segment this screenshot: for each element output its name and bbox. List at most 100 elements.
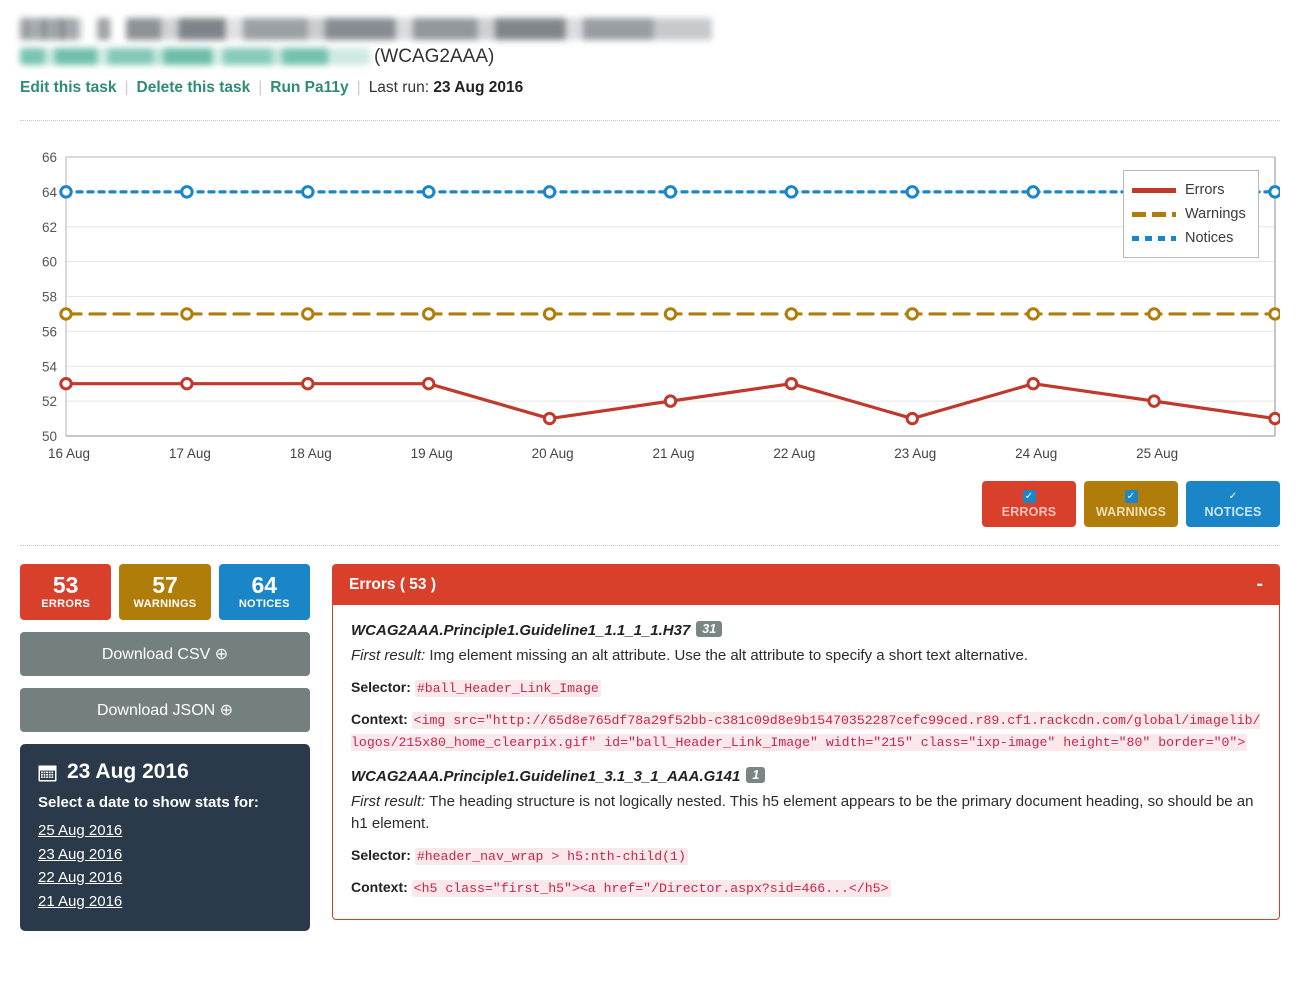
page-title — [20, 12, 1280, 42]
download-csv-button[interactable]: Download CSV ⊕ — [20, 632, 310, 676]
legend-item-notices: Notices — [1132, 226, 1246, 250]
date-link[interactable]: 23 Aug 2016 — [38, 843, 292, 867]
svg-text:58: 58 — [42, 290, 57, 305]
legend-item-warnings: Warnings — [1132, 202, 1246, 226]
last-run-label: Last run: — [369, 79, 429, 96]
toggle-warnings-label: WARNINGS — [1096, 505, 1166, 519]
task-actions: Edit this task | Delete this task | Run Pa11… — [20, 78, 1280, 102]
svg-text:64: 64 — [42, 185, 58, 200]
context-label: Context: — [351, 711, 408, 727]
legend-label-notices: Notices — [1185, 230, 1233, 246]
sidebar: 53 ERRORS 57 WARNINGS 64 NOTICES Downloa… — [20, 564, 310, 931]
stat-errors-count: 53 — [53, 574, 79, 597]
issue-item: WCAG2AAA.Principle1.Guideline1_1.1_1_1.H… — [351, 621, 1261, 753]
stat-warnings[interactable]: 57 WARNINGS — [119, 564, 210, 620]
legend-label-errors: Errors — [1185, 182, 1224, 198]
selected-date-heading: 23 Aug 2016 — [38, 760, 292, 784]
issue-code: WCAG2AAA.Principle1.Guideline1_3.1_3_1_A… — [351, 768, 740, 785]
edit-task-link[interactable]: Edit this task — [20, 79, 116, 96]
stat-notices[interactable]: 64 NOTICES — [219, 564, 310, 620]
divider-bottom — [20, 545, 1280, 546]
issue-selector-row: Selector: #header_nav_wrap > h5:nth-chil… — [351, 845, 1261, 867]
toggle-notices-label: NOTICES — [1205, 505, 1262, 519]
svg-text:17 Aug: 17 Aug — [169, 446, 211, 461]
last-run-value: 23 Aug 2016 — [433, 79, 523, 96]
date-link[interactable]: 21 Aug 2016 — [38, 890, 292, 914]
issue-heading: WCAG2AAA.Principle1.Guideline1_3.1_3_1_A… — [351, 767, 1261, 786]
stat-errors[interactable]: 53 ERRORS — [20, 564, 111, 620]
chart-legend: Errors Warnings Notices — [1123, 170, 1259, 258]
legend-swatch-errors — [1132, 188, 1176, 193]
svg-text:16 Aug: 16 Aug — [48, 446, 90, 461]
date-selector-panel: 23 Aug 2016 Select a date to show stats … — [20, 744, 310, 931]
context-value: <img src="http://65d8e765df78a29f52bb-c3… — [351, 712, 1260, 751]
issue-description-text: Img element missing an alt attribute. Us… — [429, 647, 1028, 664]
issue-selector-row: Selector: #ball_Header_Link_Image — [351, 677, 1261, 699]
svg-text:52: 52 — [42, 394, 57, 409]
stat-errors-label: ERRORS — [41, 598, 90, 610]
svg-text:60: 60 — [42, 255, 57, 270]
selector-label: Selector: — [351, 847, 411, 863]
toggle-warnings[interactable]: ✓ WARNINGS — [1084, 481, 1178, 527]
stat-warnings-label: WARNINGS — [134, 598, 197, 610]
stats-chart: 50525456586062646616 Aug17 Aug18 Aug19 A… — [20, 139, 1280, 469]
stat-notices-label: NOTICES — [239, 598, 290, 610]
stat-notices-count: 64 — [252, 574, 278, 597]
page-subtitle: (WCAG2AAA) — [20, 44, 1280, 70]
pa11y-dashboard-page: (WCAG2AAA) Edit this task | Delete this ta… — [0, 0, 1300, 996]
legend-item-errors: Errors — [1132, 178, 1246, 202]
errors-panel-box: Errors ( 53 ) - WCAG2AAA.Principle1.Guid… — [332, 564, 1280, 920]
svg-text:25 Aug: 25 Aug — [1136, 446, 1178, 461]
results-section: 53 ERRORS 57 WARNINGS 64 NOTICES Downloa… — [0, 564, 1300, 931]
issue-description: First result: Img element missing an alt… — [351, 645, 1261, 667]
collapse-icon[interactable]: - — [1257, 579, 1263, 591]
issue-context-row: Context: <img src="http://65d8e765df78a2… — [351, 709, 1261, 753]
toggle-errors[interactable]: ✓ ERRORS — [982, 481, 1076, 527]
date-link[interactable]: 25 Aug 2016 — [38, 819, 292, 843]
delete-task-link[interactable]: Delete this task — [137, 79, 251, 96]
toggle-notices[interactable]: ✓ NOTICES — [1186, 481, 1280, 527]
checkbox-errors-icon[interactable]: ✓ — [1023, 490, 1036, 503]
issue-count-badge: 31 — [696, 621, 722, 637]
svg-text:20 Aug: 20 Aug — [532, 446, 574, 461]
svg-text:54: 54 — [42, 359, 58, 374]
checkbox-notices-icon[interactable]: ✓ — [1227, 490, 1240, 503]
chart-canvas: 50525456586062646616 Aug17 Aug18 Aug19 A… — [20, 139, 1280, 469]
errors-panel-header[interactable]: Errors ( 53 ) - — [333, 565, 1279, 605]
svg-text:56: 56 — [42, 324, 57, 339]
selected-date-text: 23 Aug 2016 — [67, 760, 189, 784]
redacted-url — [20, 48, 370, 65]
issue-item: WCAG2AAA.Principle1.Guideline1_3.1_3_1_A… — [351, 767, 1261, 899]
selector-label: Selector: — [351, 679, 411, 695]
checkbox-warnings-icon[interactable]: ✓ — [1125, 490, 1138, 503]
date-link-list: 25 Aug 2016 23 Aug 2016 22 Aug 2016 21 A… — [38, 819, 292, 913]
errors-panel-title: Errors ( 53 ) — [349, 576, 436, 594]
date-link[interactable]: 22 Aug 2016 — [38, 866, 292, 890]
svg-text:50: 50 — [42, 429, 57, 444]
legend-swatch-notices — [1132, 236, 1176, 241]
download-json-button[interactable]: Download JSON ⊕ — [20, 688, 310, 732]
link-divider: | — [258, 79, 262, 96]
svg-text:18 Aug: 18 Aug — [290, 446, 332, 461]
link-divider: | — [124, 79, 128, 96]
svg-text:23 Aug: 23 Aug — [894, 446, 936, 461]
redacted-title-sep — [97, 18, 111, 40]
legend-swatch-warnings — [1132, 212, 1176, 217]
issue-context-row: Context: <h5 class="first_h5"><a href="/… — [351, 877, 1261, 899]
errors-panel-body: WCAG2AAA.Principle1.Guideline1_1.1_1_1.H… — [333, 605, 1279, 919]
link-divider: | — [357, 79, 361, 96]
calendar-icon — [38, 763, 57, 782]
context-label: Context: — [351, 879, 408, 895]
run-pa11y-link[interactable]: Run Pa11y — [270, 79, 348, 96]
svg-text:24 Aug: 24 Aug — [1015, 446, 1057, 461]
svg-text:22 Aug: 22 Aug — [773, 446, 815, 461]
standard-label: (WCAG2AAA) — [374, 46, 494, 67]
series-toggle-group: ✓ ERRORS ✓ WARNINGS ✓ NOTICES — [0, 481, 1280, 527]
first-result-label: First result: — [351, 647, 425, 664]
redacted-title-rest — [126, 18, 712, 40]
issue-code: WCAG2AAA.Principle1.Guideline1_1.1_1_1.H… — [351, 622, 690, 639]
stat-summary: 53 ERRORS 57 WARNINGS 64 NOTICES — [20, 564, 310, 620]
legend-label-warnings: Warnings — [1185, 206, 1246, 222]
issue-description-text: The heading structure is not logically n… — [351, 793, 1254, 832]
svg-text:21 Aug: 21 Aug — [652, 446, 694, 461]
